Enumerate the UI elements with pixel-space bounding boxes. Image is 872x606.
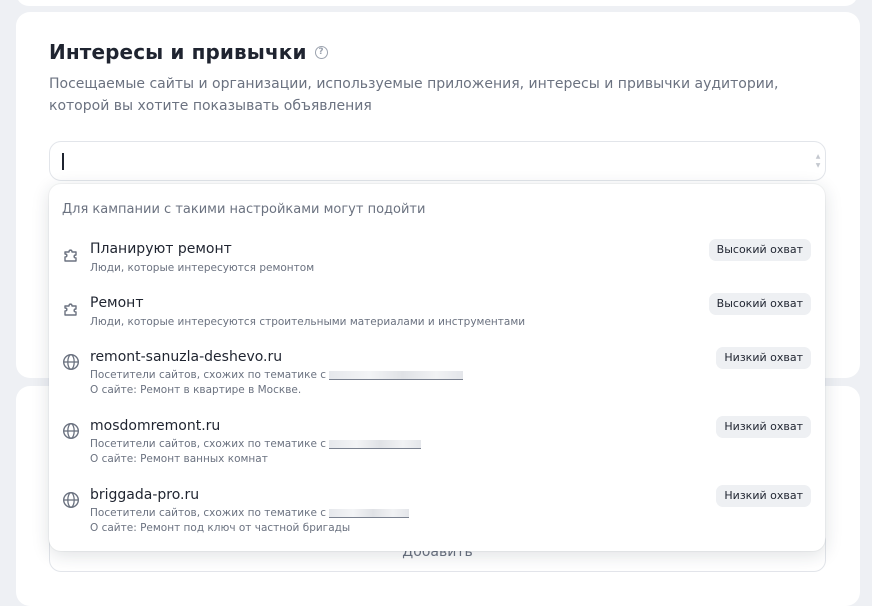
puzzle-icon — [64, 303, 77, 316]
suggestion-description: Люди, которые интересуются строительными… — [90, 316, 526, 328]
suggestion-description: Посетители сайтов, схожих по тематике с — [90, 368, 464, 383]
reach-badge: Высокий охват — [708, 293, 811, 315]
suggestion-description: Люди, которые интересуются ремонтом — [90, 262, 315, 274]
dropdown-heading: Для кампании с такими настройками могут … — [62, 202, 426, 217]
reach-badge: Высокий охват — [708, 239, 811, 261]
suggestion-item[interactable]: Ремонт Люди, которые интересуются строит… — [49, 293, 825, 335]
redacted-site — [329, 439, 422, 449]
suggestion-title: Ремонт — [90, 295, 144, 311]
globe-icon — [62, 491, 80, 509]
question-circle-icon[interactable]: ? — [314, 45, 328, 59]
reach-badge: Низкий охват — [716, 485, 811, 507]
suggestion-title: briggada-pro.ru — [90, 487, 200, 503]
similar-sites-text: Посетители сайтов, схожих по тематике с — [90, 507, 327, 519]
suggestion-item[interactable]: mosdomremont.ru Посетители сайтов, схожи… — [49, 416, 825, 470]
redacted-site — [329, 370, 464, 380]
similar-sites-text: Посетители сайтов, схожих по тематике с — [90, 438, 327, 450]
section-subtitle: Посещаемые сайты и организации, использу… — [49, 76, 779, 114]
section-title-text: Интересы и привычки — [49, 40, 307, 64]
redacted-site — [329, 508, 410, 518]
text-cursor — [62, 153, 64, 170]
suggestions-dropdown: Для кампании с такими настройками могут … — [49, 184, 825, 551]
previous-card — [16, 0, 858, 6]
suggestion-description: Посетители сайтов, схожих по тематике с — [90, 506, 410, 521]
puzzle-icon — [64, 249, 77, 262]
suggestion-description: Посетители сайтов, схожих по тематике с — [90, 437, 422, 452]
spinner-arrows-icon: ▲ ▼ — [815, 153, 821, 169]
site-about: О сайте: Ремонт ванных комнат — [90, 453, 268, 465]
suggestion-item[interactable]: Планируют ремонт Люди, которые интересую… — [49, 239, 825, 281]
suggestion-title: remont-sanuzla-deshevo.ru — [90, 349, 283, 365]
suggestion-title: Планируют ремонт — [90, 241, 232, 257]
reach-badge: Низкий охват — [716, 347, 811, 369]
globe-icon — [62, 422, 80, 440]
suggestion-item[interactable]: remont-sanuzla-deshevo.ru Посетители сай… — [49, 347, 825, 401]
suggestion-title: mosdomremont.ru — [90, 418, 221, 434]
suggestion-item[interactable]: briggada-pro.ru Посетители сайтов, схожи… — [49, 485, 825, 539]
interests-search-input[interactable]: ▲ ▼ — [49, 141, 826, 181]
globe-icon — [62, 353, 80, 371]
reach-badge: Низкий охват — [716, 416, 811, 438]
site-about: О сайте: Ремонт в квартире в Москве. — [90, 384, 302, 396]
similar-sites-text: Посетители сайтов, схожих по тематике с — [90, 369, 327, 381]
section-title: Интересы и привычки ? — [49, 40, 328, 64]
site-about: О сайте: Ремонт под ключ от частной бриг… — [90, 522, 351, 534]
